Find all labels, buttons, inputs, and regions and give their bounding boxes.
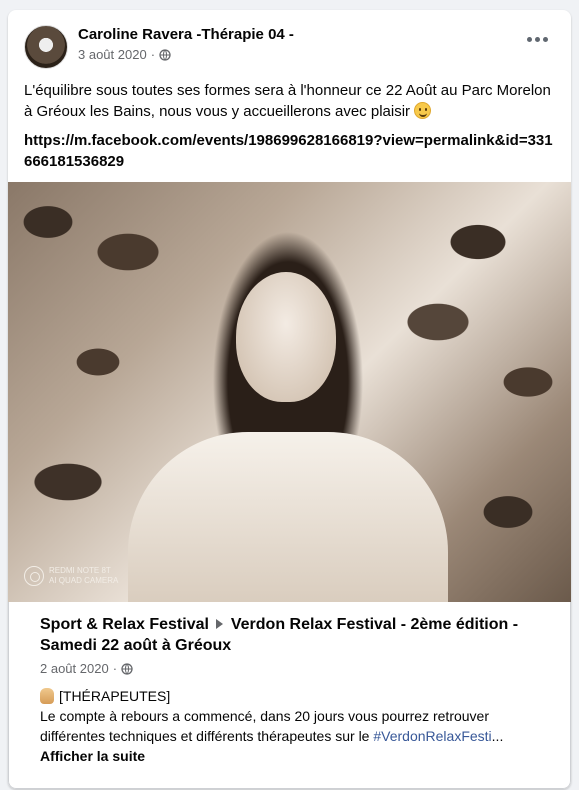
post-text: L'équilibre sous toutes ses formes sera … [24, 80, 554, 122]
facebook-post: Caroline Ravera -Thérapie 04 - 3 août 20… [8, 10, 571, 789]
shared-page-name[interactable]: Sport & Relax Festival [40, 616, 209, 633]
watermark-line-1: REDMI NOTE 8T [49, 566, 111, 575]
triangle-right-icon [216, 619, 224, 629]
slightly-smiling-face-icon [414, 102, 432, 119]
meta-separator: · [150, 47, 156, 62]
shared-tag-line: [THÉRAPEUTES] [40, 686, 170, 706]
shared-text: Le compte à rebours a commencé, dans 20 … [40, 706, 540, 766]
post-meta: 3 août 2020 · [78, 47, 171, 62]
shared-meta: 2 août 2020 · [40, 661, 133, 676]
author-name[interactable]: Caroline Ravera -Thérapie 04 - [78, 26, 294, 43]
raised-hand-icon [40, 688, 54, 704]
photo-face [236, 272, 336, 402]
shared-date[interactable]: 2 août 2020 [40, 661, 109, 676]
watermark-line-2: AI QUAD CAMERA [49, 576, 119, 585]
camera-logo-icon [24, 566, 44, 586]
shared-meta-separator: · [112, 661, 118, 676]
shared-post[interactable]: Sport & Relax Festival Verdon Relax Fest… [8, 602, 571, 789]
shared-title: Sport & Relax Festival Verdon Relax Fest… [40, 614, 530, 656]
post-photo[interactable]: REDMI NOTE 8T AI QUAD CAMERA [8, 182, 571, 602]
author-avatar[interactable] [24, 25, 68, 69]
photo-watermark: REDMI NOTE 8T AI QUAD CAMERA [24, 566, 118, 586]
shared-ellipsis: ... [491, 728, 504, 744]
globe-icon[interactable] [159, 48, 171, 61]
more-options-icon[interactable] [527, 34, 549, 44]
photo-body [128, 432, 448, 602]
post-link[interactable]: https://m.facebook.com/events/1986996281… [24, 130, 554, 172]
see-more-link[interactable]: Afficher la suite [40, 748, 145, 764]
post-header: Caroline Ravera -Thérapie 04 - 3 août 20… [8, 10, 571, 72]
post-text-content: L'équilibre sous toutes ses formes sera … [24, 82, 551, 120]
globe-icon[interactable] [121, 662, 133, 675]
hashtag-link[interactable]: #VerdonRelaxFesti [373, 728, 491, 744]
post-date[interactable]: 3 août 2020 [78, 47, 147, 62]
shared-tag: [THÉRAPEUTES] [59, 688, 171, 704]
